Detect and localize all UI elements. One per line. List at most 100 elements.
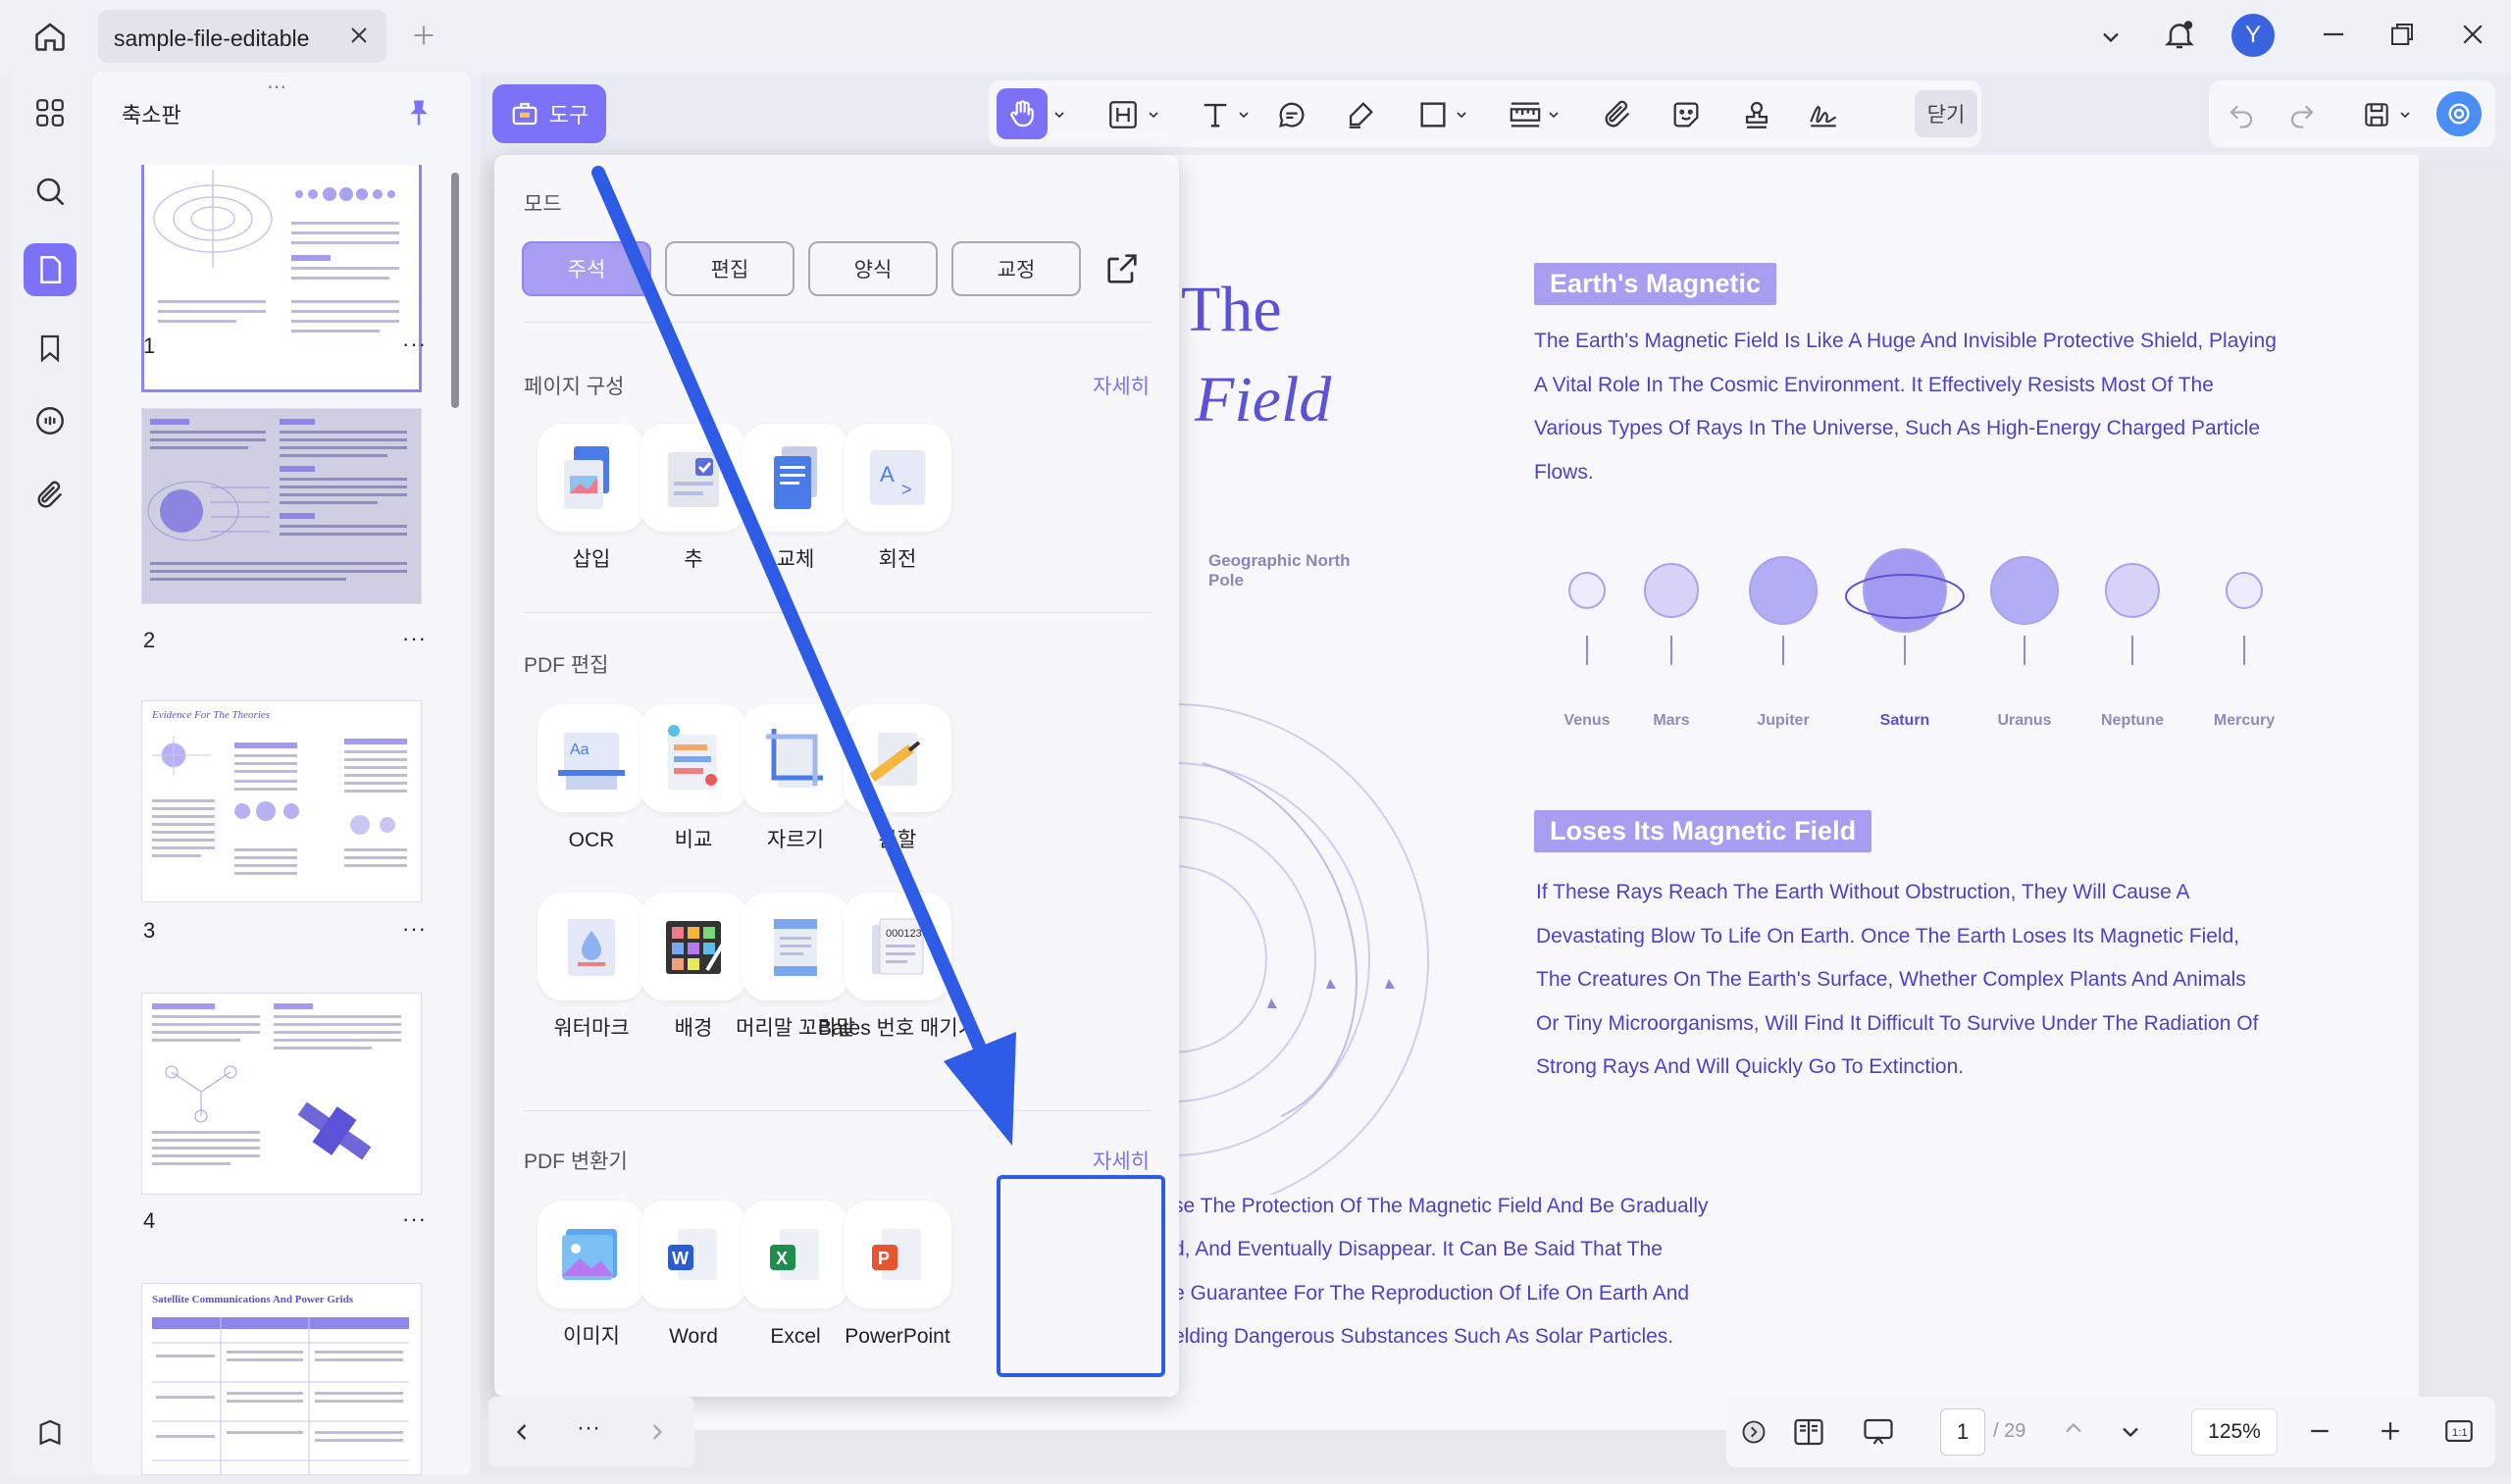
page-total: / 29 — [1993, 1420, 2026, 1442]
close-tab-icon[interactable] — [347, 24, 371, 52]
redo-icon[interactable] — [2281, 94, 2323, 135]
text-icon[interactable] — [1195, 94, 1236, 135]
page-thumbnail[interactable] — [141, 993, 422, 1195]
svg-text:P: P — [878, 1249, 890, 1268]
page-thumbnail[interactable] — [141, 408, 422, 604]
section-tag-loses-field: Loses Its Magnetic Field — [1534, 810, 1872, 852]
thumbnail-preview — [147, 419, 407, 581]
undo-icon[interactable] — [2221, 94, 2262, 135]
open-external-icon[interactable] — [1102, 249, 1142, 293]
pin-icon[interactable] — [404, 96, 434, 134]
paperclip-icon[interactable] — [1597, 94, 1638, 135]
thumbnail-heading: Satellite Communications And Power Grids — [152, 1294, 354, 1305]
convert-powerpoint-label: PowerPoint — [845, 1325, 950, 1348]
chevron-down-icon[interactable] — [2395, 94, 2415, 135]
convert-powerpoint-tool[interactable]: P PowerPoint — [818, 1201, 965, 1387]
main-toolbar: 도구 닫기 — [481, 73, 2511, 159]
save-icon[interactable] — [2356, 94, 2397, 135]
thumbnails-icon[interactable] — [24, 243, 77, 296]
chevron-down-icon[interactable] — [1050, 94, 1069, 135]
pen-icon[interactable] — [1340, 94, 1381, 135]
page-thumbnail[interactable]: Evidence For The Theories — [141, 700, 422, 902]
stamp-icon[interactable] — [1736, 94, 1777, 135]
mode-proofread-button[interactable]: 교정 — [951, 241, 1081, 296]
thumbnail-preview — [153, 170, 399, 333]
planet-label: Jupiter — [1757, 712, 1810, 729]
measure-icon[interactable] — [1505, 94, 1546, 135]
page-layout-icon[interactable] — [1791, 1414, 1826, 1455]
zoom-level[interactable]: 125% — [2191, 1408, 2278, 1456]
thumbnail-heading: Evidence For The Theories — [152, 709, 271, 721]
signature-icon[interactable] — [1803, 94, 1844, 135]
attachment-icon[interactable] — [24, 469, 77, 522]
thumbnail-more-icon[interactable]: ··· — [402, 626, 427, 651]
chevron-left-icon[interactable] — [508, 1418, 536, 1451]
planet-label: Saturn — [1879, 712, 1930, 729]
tools-button[interactable]: 도구 — [492, 84, 606, 143]
sticker-icon[interactable] — [1665, 94, 1707, 135]
thumbnail-more-icon[interactable]: ··· — [402, 916, 427, 942]
chevron-down-icon[interactable] — [1234, 94, 1254, 135]
presentation-icon[interactable] — [1860, 1414, 1897, 1455]
annotation-tool-group: 닫기 — [989, 80, 1981, 147]
collapse-icon[interactable] — [1740, 1418, 1768, 1451]
rectangle-icon[interactable] — [1412, 94, 1454, 135]
user-avatar[interactable]: Y — [2231, 14, 2275, 57]
mode-form-button[interactable]: 양식 — [808, 241, 938, 296]
mode-edit-button[interactable]: 편집 — [665, 241, 794, 296]
zoom-out-icon[interactable] — [2305, 1416, 2334, 1451]
page-number-input[interactable]: 1 — [1940, 1408, 1985, 1456]
thumbnail-preview — [152, 1317, 409, 1474]
document-title-line1: The — [1181, 274, 1282, 345]
page-thumbnail[interactable] — [141, 165, 422, 392]
search-icon[interactable] — [24, 165, 77, 218]
chevron-right-icon[interactable] — [643, 1418, 671, 1451]
bates-numbering-tool[interactable]: 000123 Bates 번호 매기기 — [818, 893, 977, 1079]
chevron-down-icon[interactable] — [2117, 1418, 2144, 1451]
paragraph-magnetic: The Earth's Magnetic Field Is Like A Hug… — [1534, 330, 2277, 484]
home-icon[interactable] — [27, 17, 73, 56]
zoom-in-icon[interactable] — [2376, 1416, 2405, 1451]
minimize-icon[interactable] — [2319, 20, 2348, 54]
chevron-down-icon[interactable] — [1544, 94, 1563, 135]
bell-icon[interactable] — [2162, 18, 2197, 58]
nav-more-icon[interactable]: ··· — [577, 1414, 600, 1442]
bookmark-icon[interactable] — [24, 322, 77, 375]
comment-bubble-icon[interactable] — [1271, 94, 1312, 135]
mode-annotate-button[interactable]: 주석 — [522, 241, 651, 296]
sidebar-toggle-icon[interactable] — [24, 1407, 77, 1459]
restore-icon[interactable] — [2387, 20, 2417, 54]
chevron-down-icon[interactable] — [1452, 94, 1471, 135]
page-thumbnail[interactable]: Satellite Communications And Power Grids — [141, 1283, 422, 1475]
page-organize-more-link[interactable]: 자세히 — [1093, 371, 1150, 400]
thumbnail-page-number: 3 — [143, 918, 156, 943]
document-tab[interactable]: sample-file-editable — [98, 10, 386, 63]
close-window-icon[interactable] — [2458, 20, 2487, 54]
actual-size-icon[interactable]: 1:1 — [2442, 1414, 2476, 1453]
powerpoint-icon: P — [844, 1201, 951, 1308]
thumbnail-more-icon[interactable]: ··· — [402, 332, 427, 357]
planet-label: Mercury — [2213, 712, 2276, 729]
chevron-down-icon[interactable] — [1144, 94, 1163, 135]
pdf-converter-title: PDF 변환기 — [524, 1151, 628, 1173]
chevron-up-icon[interactable] — [2060, 1414, 2087, 1447]
thumbnail-preview — [152, 1003, 401, 1165]
thumbnail-preview — [152, 736, 407, 875]
thumbnail-more-icon[interactable]: ··· — [402, 1206, 427, 1232]
thumbnail-scrollbar[interactable] — [451, 173, 459, 408]
apps-grid-icon[interactable] — [24, 86, 77, 139]
rotate-page-tool[interactable]: A > 회전 — [818, 424, 965, 610]
close-tools-button[interactable]: 닫기 — [1915, 90, 1977, 137]
split-tool[interactable]: 분할 — [818, 704, 965, 891]
pdf-converter-more-link[interactable]: 자세히 — [1093, 1146, 1150, 1175]
hand-icon[interactable] — [997, 88, 1048, 139]
ai-assistant-icon[interactable] — [2436, 91, 2482, 136]
new-tab-icon[interactable] — [410, 22, 437, 54]
chevron-down-icon[interactable] — [2097, 24, 2125, 56]
highlight-icon[interactable] — [1102, 94, 1144, 135]
svg-text:X: X — [776, 1249, 788, 1268]
split-icon — [844, 704, 951, 812]
planet-label: Uranus — [1997, 712, 2052, 729]
drag-handle-icon[interactable]: ⋯ — [267, 75, 287, 99]
comment-icon[interactable] — [24, 394, 77, 447]
